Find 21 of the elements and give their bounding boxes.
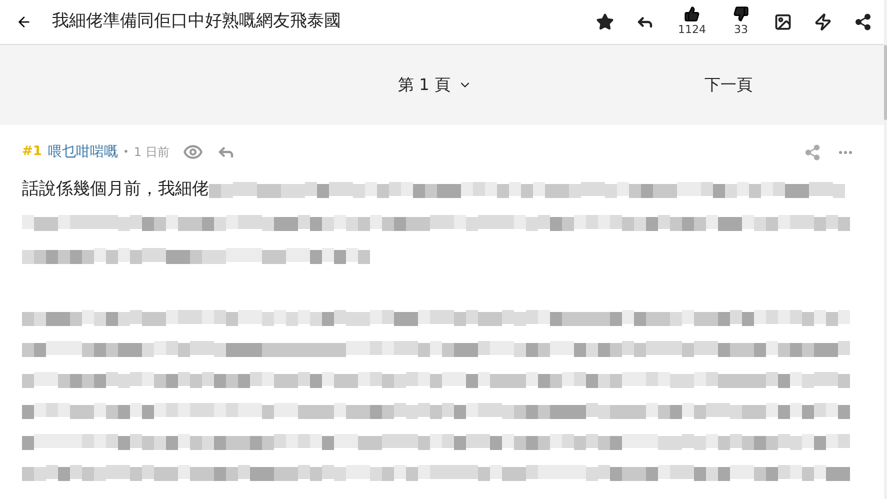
view-button[interactable] [183, 142, 204, 162]
post-text: 話說係幾個月前，我細佬 [22, 178, 209, 202]
lightning-icon [814, 13, 832, 31]
dislike-button[interactable]: 33 [726, 6, 756, 38]
page-selector[interactable]: 第 1 頁 [398, 73, 472, 97]
like-button[interactable]: 1124 [672, 6, 712, 38]
more-dots-icon [839, 150, 852, 154]
eye-icon [183, 142, 204, 162]
thumbs-down-icon [733, 6, 749, 22]
star-icon [596, 13, 614, 31]
post-number: #1 [22, 143, 42, 162]
share-icon [854, 13, 872, 31]
image-icon [774, 13, 792, 31]
next-page-link[interactable]: 下一頁 [704, 73, 752, 97]
thumbs-up-icon [684, 6, 700, 22]
more-button[interactable] [839, 150, 852, 154]
share-icon [804, 144, 821, 160]
post-time: 1 日前 [134, 144, 170, 161]
thread-title: 我細佬準備同佢口中好熟嘅網友飛泰國 [52, 10, 341, 34]
separator-dot: • [122, 146, 129, 160]
author-name[interactable]: 喂乜咁啱嘅 [48, 142, 118, 162]
